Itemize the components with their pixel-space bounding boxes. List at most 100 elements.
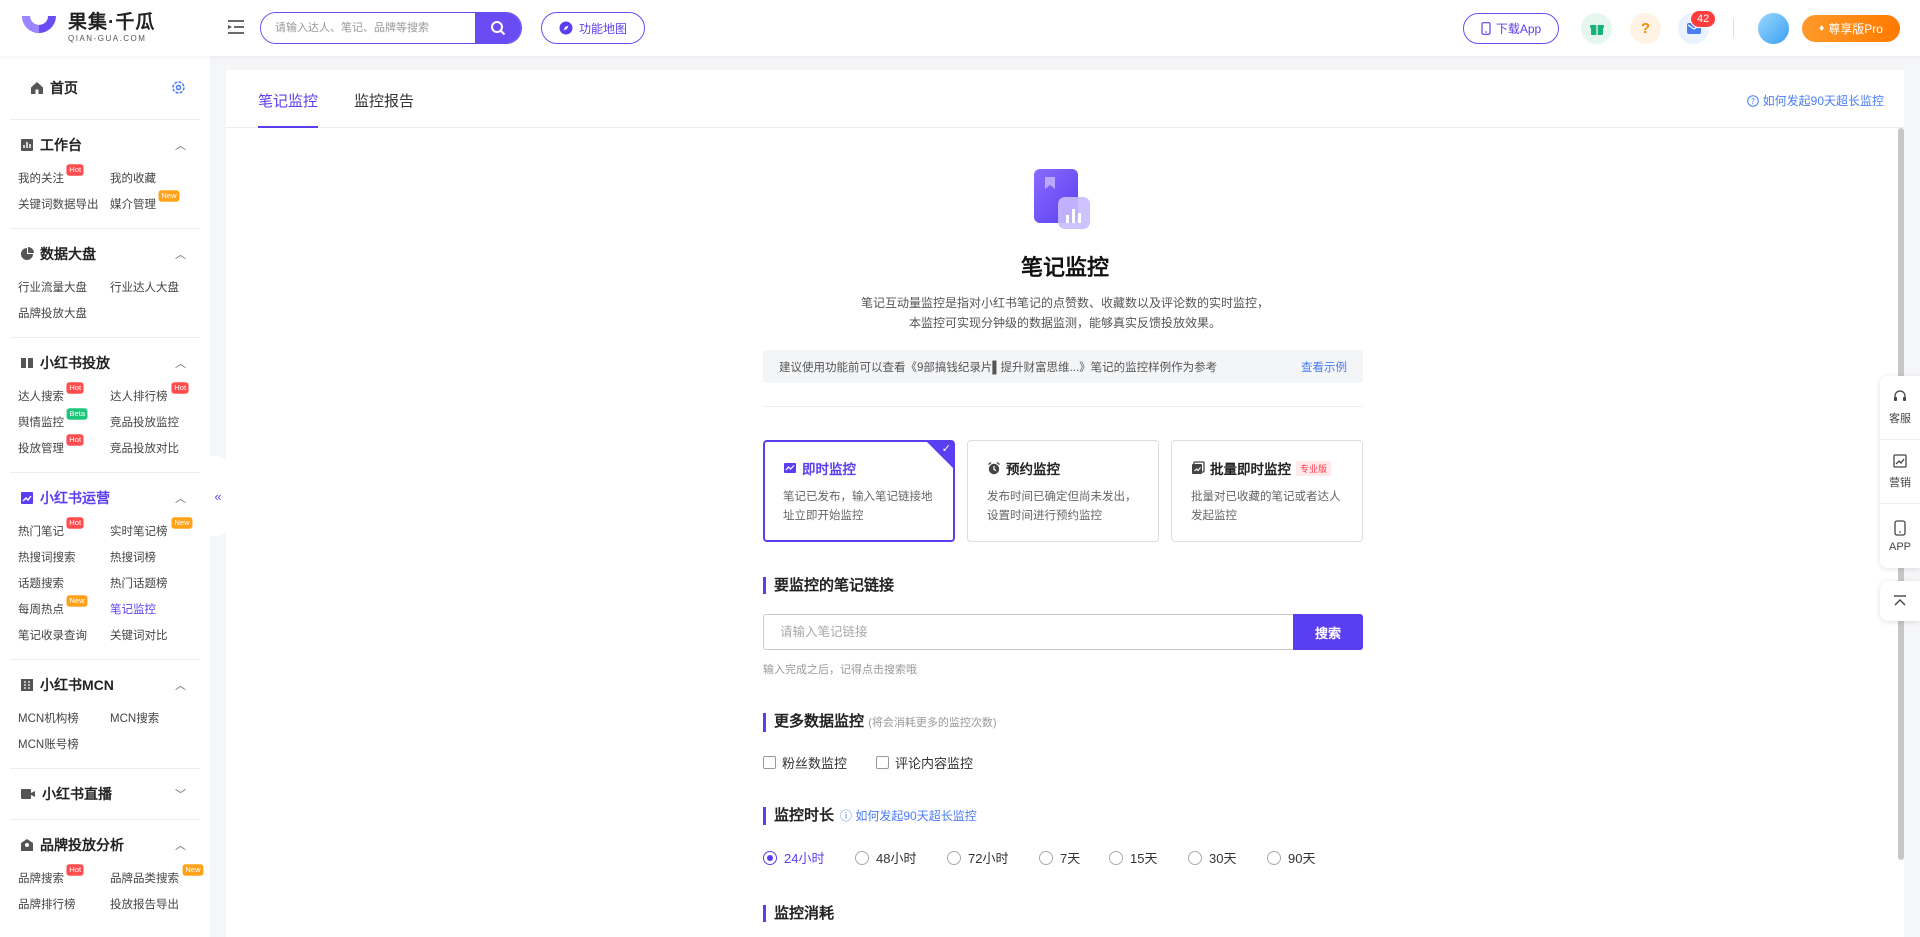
duration-option-72h[interactable]: 72小时 bbox=[947, 848, 1008, 867]
brand-icon bbox=[21, 839, 33, 851]
duration-help-link[interactable]: ⓘ 如何发起90天超长监控 bbox=[840, 809, 977, 823]
radio-dot[interactable] bbox=[1188, 850, 1202, 865]
radio-dot[interactable] bbox=[1267, 850, 1281, 865]
logo[interactable]: 果集·千瓜 QIAN-GUA.COM bbox=[18, 10, 155, 46]
sidebar-section-header[interactable]: 小红书MCN ︿ bbox=[10, 660, 200, 710]
input-hint: 输入完成之后，记得点击搜索哦 bbox=[763, 664, 917, 676]
mode-card-title: 即时监控 bbox=[802, 462, 856, 477]
sidebar-item-mcn-rank[interactable]: MCN机构榜 bbox=[18, 710, 110, 728]
checkbox-box[interactable] bbox=[876, 756, 889, 769]
checkbox-fans-monitor[interactable]: 粉丝数监控 bbox=[763, 753, 847, 772]
back-to-top-button[interactable] bbox=[1880, 581, 1920, 621]
header-divider bbox=[1733, 19, 1734, 37]
sidebar-item-home[interactable]: 首页 bbox=[10, 56, 200, 120]
avatar[interactable] bbox=[1758, 13, 1789, 44]
sidebar-item-hot-topic-rank[interactable]: 热门话题榜 bbox=[110, 575, 202, 593]
radio-dot[interactable] bbox=[763, 850, 777, 865]
sidebar-section-xhs-live: 小红书直播 ﹀ bbox=[10, 769, 200, 820]
sidebar-item-brand-rank[interactable]: 品牌排行榜 bbox=[18, 896, 110, 914]
duration-option-90d[interactable]: 90天 bbox=[1267, 848, 1315, 867]
new-tag: New bbox=[171, 517, 193, 529]
section-title-more-data-label: 更多数据监控 bbox=[774, 713, 865, 730]
radio-dot[interactable] bbox=[1039, 850, 1053, 865]
sidebar-item-competitor-monitor[interactable]: 竞品投放监控 bbox=[110, 414, 202, 432]
sidebar-item-competitor-compare[interactable]: 竞品投放对比 bbox=[110, 440, 202, 458]
radio-dot[interactable] bbox=[1109, 850, 1123, 865]
radio-label: 15天 bbox=[1130, 851, 1158, 866]
float-customer-service[interactable]: 客服 bbox=[1880, 376, 1920, 440]
sidebar-section-workbench: 工作台 ︿ 我的关注 Hot 我的收藏 关键词数据导出 媒介管理 New bbox=[10, 120, 200, 229]
help-button[interactable]: ? bbox=[1630, 13, 1661, 44]
radio-dot[interactable] bbox=[947, 850, 961, 865]
mode-card-scheduled[interactable]: 预约监控 发布时间已确定但尚未发出，设置时间进行预约监控 bbox=[967, 440, 1159, 542]
vip-badge[interactable]: ♦ 尊享版Pro bbox=[1802, 15, 1900, 42]
sidebar-item-realtime-rank[interactable]: 实时笔记榜 New bbox=[110, 517, 202, 541]
sidebar-item-weekly-hot[interactable]: 每周热点 New bbox=[18, 595, 110, 619]
help-link-label: 如何发起90天超长监控 bbox=[1762, 94, 1884, 108]
sidebar-item-ads-manage[interactable]: 投放管理 Hot bbox=[18, 434, 110, 458]
global-search-input[interactable] bbox=[261, 13, 475, 43]
sidebar-item-brand-search[interactable]: 品牌搜索 Hot bbox=[18, 864, 110, 888]
video-icon bbox=[21, 789, 35, 799]
sidebar-item-sentiment-monitor[interactable]: 舆情监控 Beta bbox=[18, 408, 110, 432]
sidebar-item-hot-search-rank[interactable]: 热搜词榜 bbox=[110, 549, 202, 567]
sidebar-section-header[interactable]: 品牌投放分析 ︿ bbox=[10, 820, 200, 870]
duration-option-48h[interactable]: 48小时 bbox=[855, 848, 916, 867]
settings-icon[interactable] bbox=[171, 80, 186, 95]
mode-card-desc: 笔记已发布，输入笔记链接地 址立即开始监控 bbox=[783, 491, 933, 522]
sidebar-item-hot-search[interactable]: 热搜词搜索 bbox=[18, 549, 110, 567]
sidebar-item-industry-traffic[interactable]: 行业流量大盘 bbox=[18, 279, 110, 297]
duration-option-24h[interactable]: 24小时 bbox=[763, 848, 824, 867]
sidebar-section-header[interactable]: 工作台 ︿ bbox=[10, 120, 200, 170]
divider bbox=[763, 406, 1363, 407]
download-app-label: 下载App bbox=[1495, 22, 1542, 36]
checkbox-comment-monitor[interactable]: 评论内容监控 bbox=[876, 753, 973, 772]
radio-dot[interactable] bbox=[855, 850, 869, 865]
function-map-button[interactable]: 功能地图 bbox=[541, 12, 645, 44]
sidebar-item-influencer-rank[interactable]: 达人排行榜 Hot bbox=[110, 382, 202, 406]
sidebar-section-header[interactable]: 数据大盘 ︿ bbox=[10, 229, 200, 279]
mode-card-batch[interactable]: 批量即时监控 专业版 批量对已收藏的笔记或者达人发起监控 bbox=[1171, 440, 1363, 542]
global-search-button[interactable] bbox=[475, 13, 521, 43]
sidebar-item-report-export[interactable]: 投放报告导出 bbox=[110, 896, 202, 914]
note-link-search-button[interactable]: 搜索 bbox=[1293, 614, 1363, 650]
sidebar-section-header[interactable]: 小红书运营 ︿ bbox=[10, 473, 200, 523]
sidebar-item-brand-category-search[interactable]: 品牌品类搜索 New bbox=[110, 864, 204, 888]
mode-card-instant[interactable]: ✓ 即时监控 笔记已发布，输入笔记链接地 址立即开始监控 bbox=[763, 440, 955, 542]
sidebar-item-mcn-account-rank[interactable]: MCN账号榜 bbox=[18, 736, 110, 754]
checkbox-box[interactable] bbox=[763, 756, 776, 769]
sidebar-section-header[interactable]: 小红书直播 ﹀ bbox=[10, 769, 200, 819]
sidebar-item-hot-notes[interactable]: 热门笔记 Hot bbox=[18, 517, 110, 541]
view-example-link[interactable]: 查看示例 bbox=[1301, 359, 1347, 375]
sidebar-section-header[interactable]: 小红书投放 ︿ bbox=[10, 338, 200, 388]
sidebar-item-keyword-export[interactable]: 关键词数据导出 bbox=[18, 196, 110, 214]
trend-icon bbox=[21, 492, 33, 504]
duration-option-30d[interactable]: 30天 bbox=[1188, 848, 1236, 867]
hot-tag: Hot bbox=[66, 864, 84, 876]
download-app-button[interactable]: 下载App bbox=[1463, 13, 1559, 44]
sidebar-collapse-button[interactable]: « bbox=[210, 456, 226, 536]
sidebar-item-note-monitor[interactable]: 笔记监控 bbox=[110, 601, 202, 619]
gift-button[interactable] bbox=[1581, 13, 1612, 44]
sidebar-item-brand-board[interactable]: 品牌投放大盘 bbox=[18, 305, 110, 323]
sidebar-item-note-index-query[interactable]: 笔记收录查询 bbox=[18, 627, 110, 645]
float-marketing[interactable]: 营销 bbox=[1880, 440, 1920, 504]
sidebar-item-media-manage[interactable]: 媒介管理 New bbox=[110, 190, 202, 214]
gift-icon bbox=[1589, 24, 1604, 35]
float-app[interactable]: APP bbox=[1880, 504, 1920, 568]
sidebar-item-influencer-search[interactable]: 达人搜索 Hot bbox=[18, 382, 110, 406]
sidebar-item-my-follow[interactable]: 我的关注 Hot bbox=[18, 164, 110, 188]
sidebar-item-topic-search[interactable]: 话题搜索 bbox=[18, 575, 110, 593]
duration-option-15d[interactable]: 15天 bbox=[1109, 848, 1157, 867]
note-link-input[interactable] bbox=[763, 614, 1293, 650]
duration-option-7d[interactable]: 7天 bbox=[1039, 848, 1080, 867]
tab-monitor-report[interactable]: 监控报告 bbox=[354, 90, 414, 128]
sidebar-item-keyword-compare[interactable]: 关键词对比 bbox=[110, 627, 202, 645]
sidebar-item-industry-influencer[interactable]: 行业达人大盘 bbox=[110, 279, 202, 297]
help-link-90day[interactable]: ? 如何发起90天超长监控 bbox=[1746, 92, 1884, 109]
sidebar-item-my-favorites[interactable]: 我的收藏 bbox=[110, 170, 202, 188]
sidebar-item-mcn-search[interactable]: MCN搜索 bbox=[110, 710, 202, 728]
section-title-consume: 监控消耗 bbox=[763, 905, 834, 922]
menu-fold-icon[interactable] bbox=[226, 17, 246, 37]
tab-note-monitor[interactable]: 笔记监控 bbox=[258, 90, 319, 128]
